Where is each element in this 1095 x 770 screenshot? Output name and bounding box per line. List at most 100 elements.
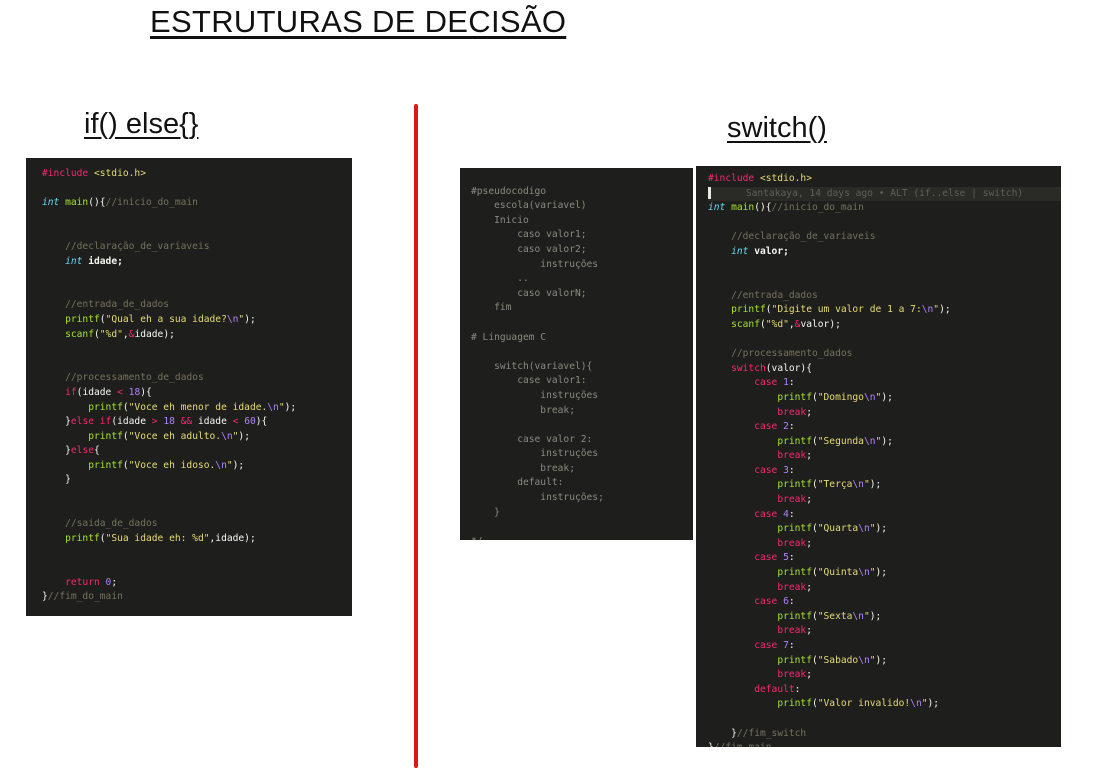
- code-token: instruções: [471, 389, 599, 401]
- code-line: case 2:: [708, 420, 1061, 435]
- code-token: \n: [858, 654, 870, 666]
- code-token: #include: [708, 173, 760, 184]
- code-line: printf("Voce eh adulto.\n");: [42, 430, 352, 445]
- code-line: printf("Domingo\n");: [708, 391, 1061, 406]
- code-token: caso valor2;: [471, 243, 587, 255]
- code-token: case: [754, 464, 784, 476]
- code-token: 18: [163, 416, 181, 428]
- code-line: break;: [471, 462, 693, 477]
- page-title: ESTRUTURAS DE DECISÃO: [150, 4, 567, 39]
- code-token: );: [927, 698, 940, 710]
- code-token: instruções: [471, 448, 599, 460]
- code-token: ;: [806, 450, 812, 462]
- code-token: #include: [42, 168, 94, 179]
- code-token: switch(variavel){: [471, 360, 593, 372]
- code-token: );: [881, 391, 893, 403]
- code-token: \n: [910, 698, 922, 710]
- code-token: printf: [777, 391, 812, 403]
- code-token: printf: [65, 532, 100, 544]
- code-line: instruções;: [471, 491, 693, 506]
- code-line: //declaração_de_variaveis: [42, 240, 352, 255]
- code-token: caso valorN;: [471, 287, 587, 299]
- code-token: break: [777, 537, 807, 549]
- code-token: break: [777, 669, 807, 681]
- code-line: //saida_de_dados: [42, 517, 352, 532]
- code-line: case 7:: [708, 639, 1061, 654]
- code-token: \n: [863, 435, 876, 447]
- code-token: case: [754, 552, 784, 564]
- code-token: ;: [111, 576, 118, 588]
- code-line: instruções: [471, 258, 693, 273]
- code-line: }else if(idade > 18 && idade < 60){: [42, 415, 352, 430]
- pseudocode-panel: #pseudocodigo escola(variavel) Inicio ca…: [460, 168, 693, 540]
- code-token: "Sabado: [817, 654, 859, 666]
- code-line: printf("Voce eh menor de idade.\n");: [42, 401, 352, 416]
- code-token: //declaração_de_variaveis: [65, 240, 210, 252]
- code-token: );: [238, 430, 250, 442]
- code-token: main: [731, 202, 755, 214]
- code-token: valor;: [754, 245, 789, 257]
- code-line: #include <stdio.h>: [42, 167, 352, 182]
- code-token: idade: [197, 416, 233, 428]
- code-token: //fim_do_main: [47, 591, 123, 603]
- code-token: "Sexta: [817, 610, 853, 622]
- code-token: case: [754, 596, 784, 608]
- code-line: caso valor1;: [471, 228, 693, 243]
- code-token: printf: [777, 523, 812, 535]
- code-token: ;: [806, 669, 812, 681]
- code-token: \n: [863, 391, 876, 403]
- code-token: scanf: [65, 328, 94, 340]
- code-line: printf("Digite um valor de 1 a 7:\n");: [708, 303, 1061, 318]
- if-else-heading: if() else{}: [84, 108, 199, 140]
- code-token: );: [869, 479, 882, 491]
- code-line: //processamento_dados: [708, 347, 1061, 362]
- code-token: );: [869, 610, 882, 622]
- code-line: }//fim_do_main: [42, 590, 352, 605]
- code-token: );: [244, 313, 256, 325]
- code-token: printf: [777, 567, 812, 579]
- code-token: //entrada_dados: [731, 289, 818, 301]
- code-token: instruções: [471, 258, 599, 270]
- switch-code-panel: #include <stdio.h> Santakaya, 14 days ag…: [696, 166, 1061, 747]
- code-token: fim: [471, 302, 512, 314]
- code-line: printf("Quarta\n");: [708, 522, 1061, 537]
- code-token: (idade: [76, 386, 118, 398]
- code-token: );: [875, 567, 888, 579]
- code-line: printf("Sexta\n");: [708, 610, 1061, 625]
- code-line: fim: [471, 301, 693, 316]
- code-line: //entrada_dados: [708, 289, 1061, 304]
- code-line: }: [42, 473, 352, 488]
- code-token: case: [754, 640, 784, 651]
- code-token: ;: [806, 494, 812, 506]
- code-line: int main(){//inicio_do_main: [708, 201, 1061, 216]
- code-token: 60: [244, 416, 256, 428]
- code-token: <: [117, 386, 129, 398]
- code-token: caso valor1;: [471, 229, 587, 241]
- code-token: "Digite um valor de 1 a 7:: [771, 304, 922, 316]
- code-token: int: [731, 245, 755, 257]
- code-token: int: [65, 255, 89, 267]
- code-token: >: [151, 416, 164, 428]
- code-line: int valor;: [708, 245, 1061, 260]
- code-token: ..: [471, 273, 529, 285]
- code-token: ;: [806, 625, 812, 637]
